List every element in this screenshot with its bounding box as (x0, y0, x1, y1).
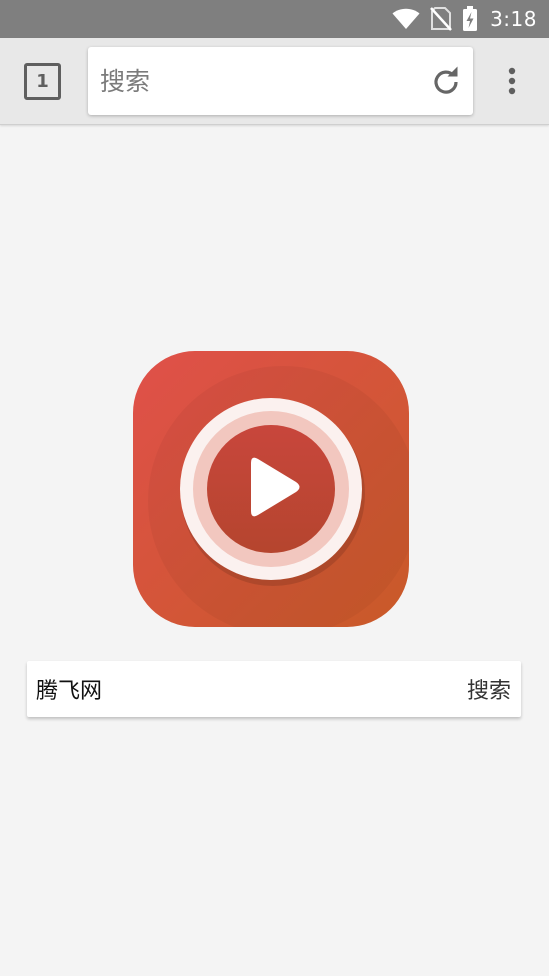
no-sim-icon (430, 7, 453, 31)
address-input[interactable] (100, 47, 415, 115)
search-input[interactable] (36, 661, 446, 717)
more-vert-icon[interactable] (498, 64, 526, 98)
wifi-icon (392, 8, 420, 30)
browser-toolbar: 1 (0, 38, 549, 125)
search-card: 搜索 (27, 661, 521, 717)
more-vert-dots (508, 67, 516, 95)
address-bar[interactable] (88, 47, 473, 115)
status-icons: 3:18 (392, 0, 537, 38)
search-button[interactable]: 搜索 (467, 661, 511, 717)
play-button-logo-icon (133, 351, 409, 627)
status-bar: 3:18 (0, 0, 549, 38)
reload-icon[interactable] (431, 66, 461, 96)
status-time: 3:18 (490, 7, 537, 31)
tab-count: 1 (36, 71, 49, 92)
battery-charging-icon (463, 6, 478, 31)
tab-switcher-button[interactable]: 1 (24, 63, 61, 100)
